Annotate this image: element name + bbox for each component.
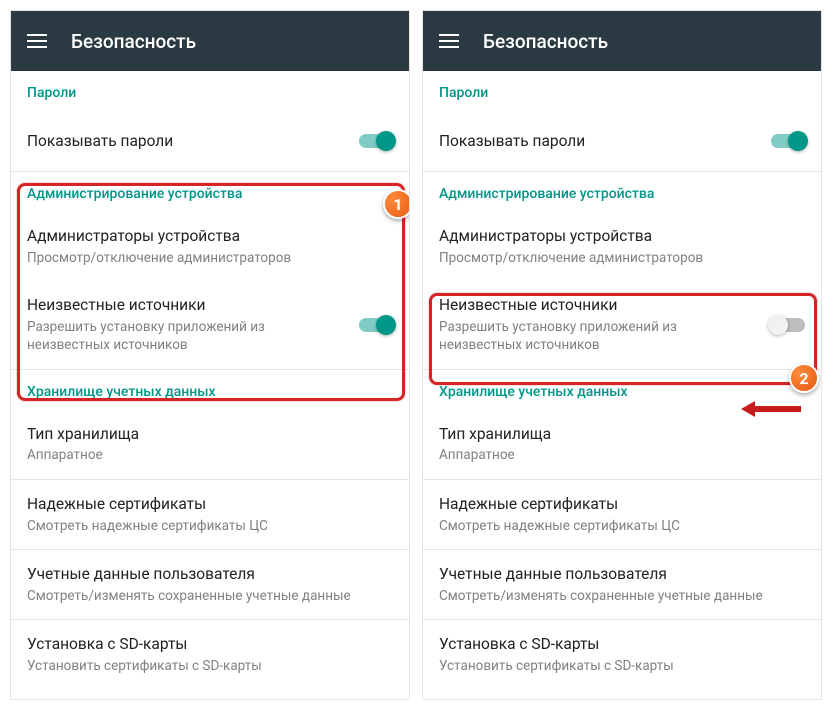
title-unknown-sources: Неизвестные источники: [439, 295, 759, 316]
row-storage-type[interactable]: Тип хранилища Аппаратное: [423, 410, 821, 479]
menu-icon[interactable]: [439, 34, 459, 48]
row-sd-install[interactable]: Установка с SD-карты Установить сертифик…: [11, 620, 409, 689]
appbar: Безопасность: [423, 11, 821, 71]
title-user-creds: Учетные данные пользователя: [439, 564, 805, 585]
section-passwords: Пароли: [423, 71, 821, 111]
row-user-creds[interactable]: Учетные данные пользователя Смотреть/изм…: [11, 550, 409, 619]
annotation-badge-1: 1: [383, 189, 410, 219]
annotation-badge-2: 2: [789, 363, 819, 393]
screenshot-left: Безопасность Пароли Показывать пароли Ад…: [10, 10, 410, 700]
row-user-creds[interactable]: Учетные данные пользователя Смотреть/изм…: [423, 550, 821, 619]
title-unknown-sources: Неизвестные источники: [27, 295, 347, 316]
menu-icon[interactable]: [27, 34, 47, 48]
title-device-admins: Администраторы устройства: [27, 226, 393, 247]
toggle-show-passwords[interactable]: [771, 134, 805, 148]
label-show-passwords: Показывать пароли: [27, 131, 347, 152]
title-sd-install: Установка с SD-карты: [439, 634, 805, 655]
title-storage-type: Тип хранилища: [439, 424, 805, 445]
sub-trusted-certs: Смотреть надежные сертификаты ЦС: [27, 517, 393, 535]
toggle-unknown-sources[interactable]: [771, 318, 805, 332]
section-admin: Администрирование устройства: [423, 172, 821, 212]
row-unknown-sources[interactable]: Неизвестные источники Разрешить установк…: [423, 281, 821, 368]
row-trusted-certs[interactable]: Надежные сертификаты Смотреть надежные с…: [11, 480, 409, 549]
sub-storage-type: Аппаратное: [27, 446, 393, 464]
row-sd-install[interactable]: Установка с SD-карты Установить сертифик…: [423, 620, 821, 689]
row-unknown-sources[interactable]: Неизвестные источники Разрешить установк…: [11, 281, 409, 368]
toggle-unknown-sources[interactable]: [359, 318, 393, 332]
row-show-passwords[interactable]: Показывать пароли: [11, 111, 409, 171]
page-title: Безопасность: [71, 30, 196, 53]
sub-user-creds: Смотреть/изменять сохраненные учетные да…: [27, 587, 393, 605]
title-sd-install: Установка с SD-карты: [27, 634, 393, 655]
sub-device-admins: Просмотр/отключение администраторов: [439, 249, 805, 267]
row-storage-type[interactable]: Тип хранилища Аппаратное: [11, 410, 409, 479]
row-trusted-certs[interactable]: Надежные сертификаты Смотреть надежные с…: [423, 480, 821, 549]
title-user-creds: Учетные данные пользователя: [27, 564, 393, 585]
page-title: Безопасность: [483, 30, 608, 53]
sub-user-creds: Смотреть/изменять сохраненные учетные да…: [439, 587, 805, 605]
section-creds: Хранилище учетных данных: [11, 370, 409, 410]
row-show-passwords[interactable]: Показывать пароли: [423, 111, 821, 171]
sub-trusted-certs: Смотреть надежные сертификаты ЦС: [439, 517, 805, 535]
sub-unknown-sources: Разрешить установку приложений из неизве…: [27, 318, 347, 354]
section-admin: Администрирование устройства: [11, 172, 409, 212]
label-show-passwords: Показывать пароли: [439, 131, 759, 152]
sub-sd-install: Установить сертификаты с SD-карты: [439, 657, 805, 675]
title-trusted-certs: Надежные сертификаты: [27, 494, 393, 515]
screenshot-right: Безопасность Пароли Показывать пароли Ад…: [422, 10, 822, 700]
sub-unknown-sources: Разрешить установку приложений из неизве…: [439, 318, 759, 354]
title-storage-type: Тип хранилища: [27, 424, 393, 445]
row-device-admins[interactable]: Администраторы устройства Просмотр/отклю…: [423, 212, 821, 281]
title-trusted-certs: Надежные сертификаты: [439, 494, 805, 515]
sub-sd-install: Установить сертификаты с SD-карты: [27, 657, 393, 675]
section-passwords: Пароли: [11, 71, 409, 111]
row-device-admins[interactable]: Администраторы устройства Просмотр/отклю…: [11, 212, 409, 281]
sub-device-admins: Просмотр/отключение администраторов: [27, 249, 393, 267]
annotation-arrow-icon: [741, 401, 801, 417]
title-device-admins: Администраторы устройства: [439, 226, 805, 247]
appbar: Безопасность: [11, 11, 409, 71]
sub-storage-type: Аппаратное: [439, 446, 805, 464]
toggle-show-passwords[interactable]: [359, 134, 393, 148]
